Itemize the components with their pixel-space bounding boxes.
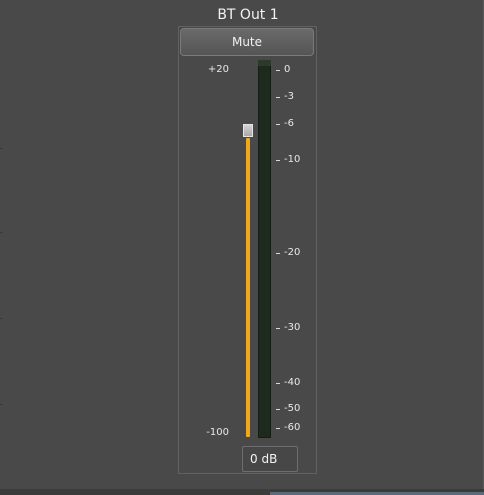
meter-scale-tick [276,328,280,329]
gain-value-display[interactable]: 0 dB [242,446,298,472]
channel-title: BT Out 1 [217,7,279,23]
panel-edge-mark [0,148,3,149]
meter-scale-tick [276,124,280,125]
level-meter [258,60,271,438]
meter-scale-label: -3 [284,91,294,102]
fader-max-label: +20 [207,64,229,75]
panel-edge-mark [0,404,3,405]
meter-scale-tick [276,383,280,384]
fader-handle[interactable] [243,124,253,137]
level-meter-cap [258,60,271,66]
meter-scale-label: -10 [284,154,301,165]
meter-scale-tick [276,409,280,410]
meter-scale-label: 0 [284,64,291,75]
meter-scale-tick [276,97,280,98]
panel-edge-mark [0,232,3,233]
meter-scale-label: -60 [284,422,301,433]
meter-scale-label: -20 [284,247,301,258]
meter-scale-label: -50 [284,403,301,414]
mute-button[interactable]: Mute [180,28,314,56]
fader-track[interactable] [246,138,250,437]
meter-scale-label: -40 [284,377,301,388]
meter-scale-label: -30 [284,322,301,333]
fader-min-label: -100 [206,427,229,438]
meter-scale-label: -6 [284,118,294,129]
meter-scale-tick [276,160,280,161]
meter-scale-tick [276,428,280,429]
meter-scale-tick [276,253,280,254]
mixer-panel: BT Out 1 Mute +20 -100 0 -3 -6 -10 -20 -30 -40… [0,0,484,495]
meter-scale-tick [276,70,280,71]
panel-edge-mark [0,318,3,319]
